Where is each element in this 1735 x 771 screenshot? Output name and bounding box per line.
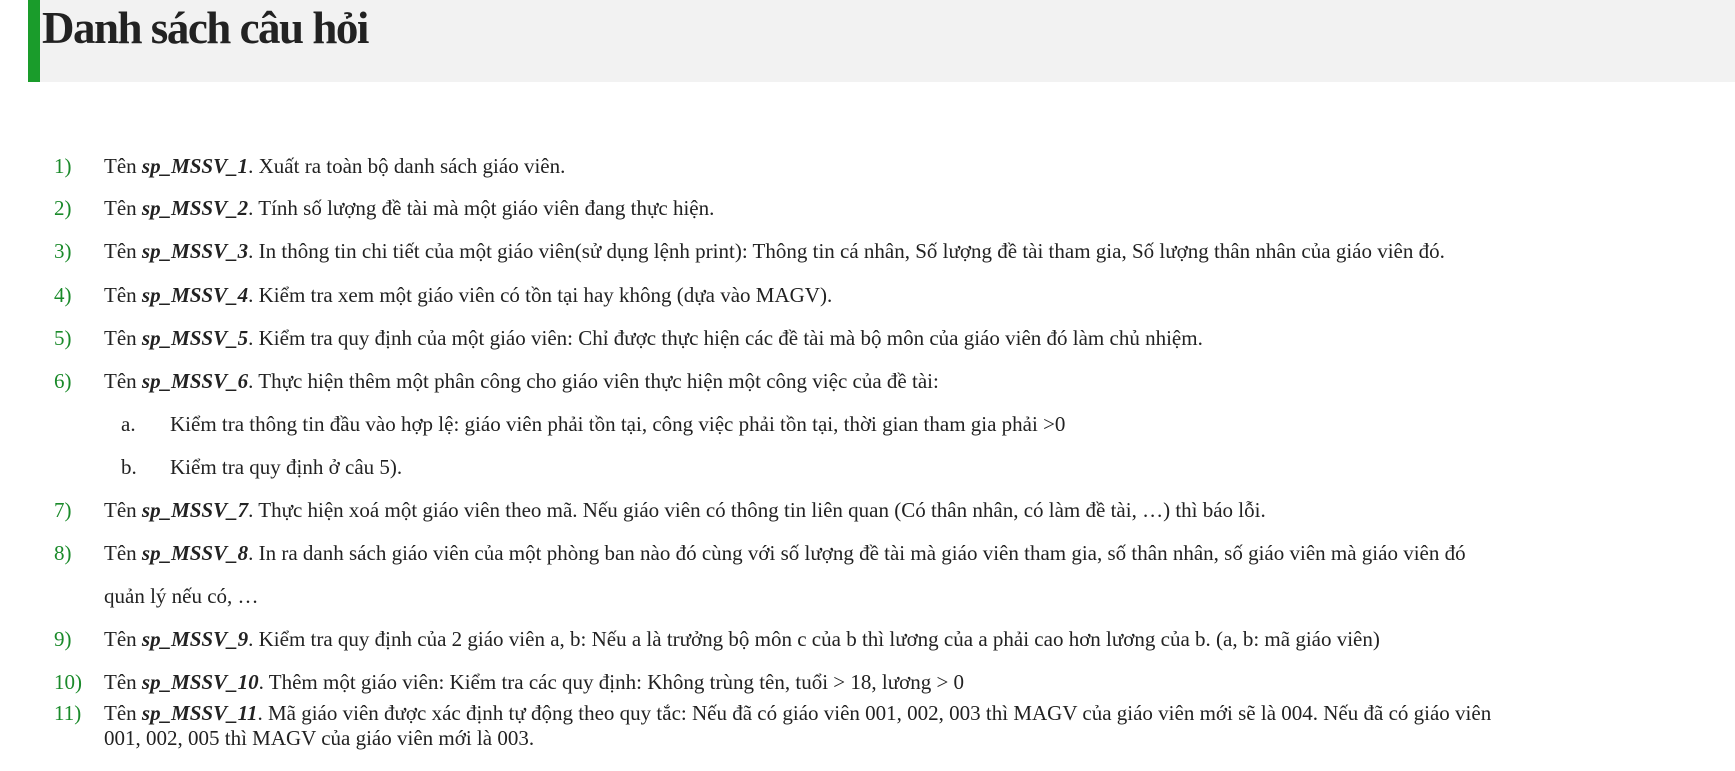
item-number: 5) [54,326,72,350]
item-text: Tên sp_MSSV_5. Kiểm tra quy định của một… [104,326,1203,350]
item-text: Tên sp_MSSV_8. In ra danh sách giáo viên… [104,541,1466,565]
item-text: Tên sp_MSSV_9. Kiểm tra quy định của 2 g… [104,627,1380,651]
item-number: 1) [54,154,72,178]
sub-item-text: Kiểm tra thông tin đầu vào hợp lệ: giáo … [170,412,1066,436]
page-title: Danh sách câu hỏi [42,3,369,53]
item-text: Tên sp_MSSV_11. Mã giáo viên được xác đị… [104,701,1492,725]
procedure-name: sp_MSSV_5 [141,326,249,350]
sub-item-letter: a. [121,412,136,436]
item-number: 11) [54,701,82,725]
procedure-name: sp_MSSV_8 [141,541,249,565]
item-text: Tên sp_MSSV_7. Thực hiện xoá một giáo vi… [104,498,1266,522]
sub-item-letter: b. [121,455,137,479]
procedure-name: sp_MSSV_1 [141,154,249,178]
item-number: 6) [54,369,72,393]
item-text: Tên sp_MSSV_2. Tính số lượng đề tài mà m… [104,196,715,220]
item-text: Tên sp_MSSV_10. Thêm một giáo viên: Kiểm… [104,670,965,694]
sub-item-text: Kiểm tra quy định ở câu 5). [170,455,403,479]
item-number: 7) [54,498,72,522]
procedure-name: sp_MSSV_7 [141,498,249,522]
item-text: Tên sp_MSSV_3. In thông tin chi tiết của… [104,239,1445,263]
item-number: 4) [54,283,72,307]
item-number: 8) [54,541,72,565]
item-text: Tên sp_MSSV_1. Xuất ra toàn bộ danh sách… [104,154,566,178]
item-text-line2: 001, 002, 005 thì MAGV của giáo viên mới… [104,726,535,750]
item-number: 3) [54,239,72,263]
procedure-name: sp_MSSV_3 [141,239,249,263]
procedure-name: sp_MSSV_9 [141,627,249,651]
procedure-name: sp_MSSV_4 [141,283,249,307]
item-text-line2: quản lý nếu có, … [104,584,259,608]
item-number: 2) [54,196,72,220]
item-number: 10) [54,670,82,694]
procedure-name: sp_MSSV_10 [141,670,259,694]
item-text: Tên sp_MSSV_4. Kiểm tra xem một giáo viê… [104,283,833,307]
procedure-name: sp_MSSV_11 [141,701,258,725]
procedure-name: sp_MSSV_2 [141,196,249,220]
item-number: 9) [54,627,72,651]
item-text: Tên sp_MSSV_6. Thực hiện thêm một phân c… [104,369,939,393]
procedure-name: sp_MSSV_6 [141,369,249,393]
